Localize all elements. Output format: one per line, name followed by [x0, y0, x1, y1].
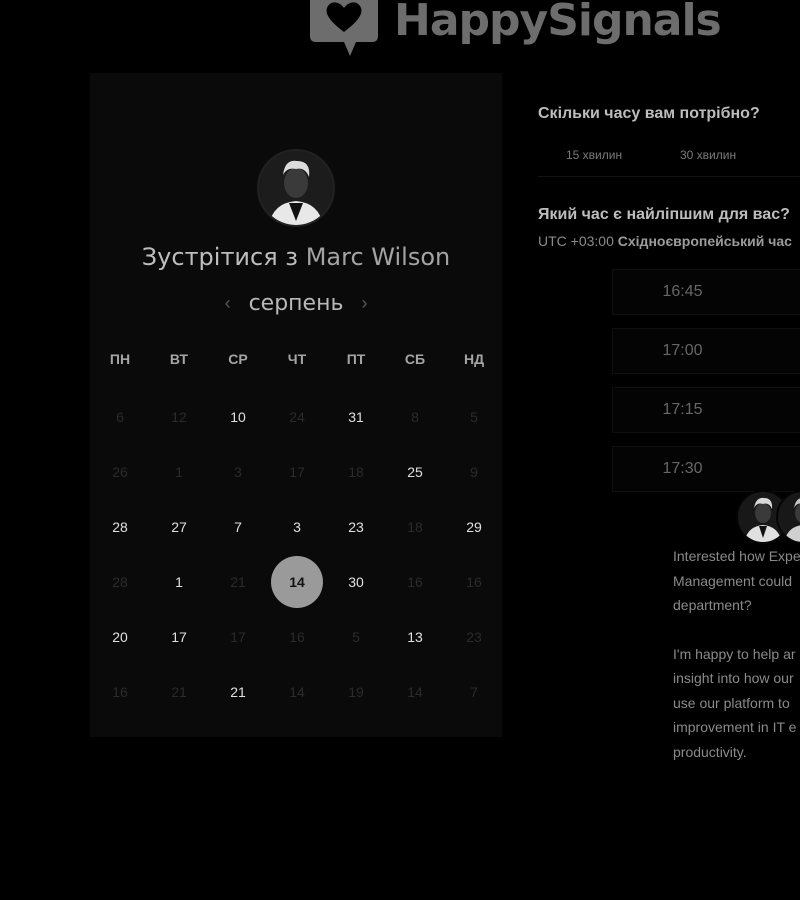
- chat-line: use our platform to: [673, 694, 790, 711]
- weekday-sat: СБ: [404, 351, 426, 367]
- weekday-fri: ПТ: [346, 351, 366, 367]
- calendar-day: 9: [470, 464, 478, 480]
- chat-line: improvement in IT e: [673, 719, 797, 735]
- calendar-day: 17: [230, 629, 246, 645]
- time-slot-label: 16:45: [662, 283, 703, 300]
- calendar-day: 16: [466, 574, 482, 590]
- calendar-day[interactable]: 13: [389, 611, 441, 663]
- calendar-day: 24: [289, 409, 305, 425]
- happysignals-logo: HappySignals: [306, 0, 722, 58]
- calendar-day: 19: [348, 684, 364, 700]
- calendar-day: 3: [234, 464, 242, 480]
- weekday-thu: ЧТ: [287, 351, 307, 367]
- chat-paragraph-1: Interested how Expe Management could depar…: [673, 544, 800, 618]
- heart-speech-bubble-icon: [310, 0, 378, 56]
- calendar-day[interactable]: 3: [271, 501, 323, 553]
- calendar-day: 17: [289, 464, 305, 480]
- calendar-panel: Зустрітися з Marc Wilson ‹ серпень › ПН …: [90, 73, 502, 737]
- calendar-day: 5: [352, 629, 360, 645]
- calendar-day: 16: [112, 684, 128, 700]
- time-question: Який час є найліпшим для вас?: [538, 206, 790, 223]
- chat-message: Interested how Expe Management could depar…: [673, 544, 800, 764]
- time-slot[interactable]: 16:45: [612, 269, 800, 315]
- calendar-day: 28: [112, 574, 128, 590]
- month-label: серпень: [248, 291, 344, 316]
- calendar-day[interactable]: 10: [212, 391, 264, 443]
- calendar-day: 21: [230, 574, 246, 590]
- calendar-day: 21: [171, 684, 187, 700]
- calendar-day[interactable]: 27: [153, 501, 205, 553]
- calendar-day[interactable]: 31: [330, 391, 382, 443]
- chat-line: department?: [673, 597, 752, 613]
- duration-question: Скільки часу вам потрібно?: [538, 105, 760, 122]
- duration-options: 15 хвилин 30 хвилин: [538, 148, 766, 162]
- chat-line: Interested how Expe: [673, 548, 800, 564]
- chat-line: I'm happy to help ar: [673, 645, 796, 662]
- calendar-day[interactable]: 23: [330, 501, 382, 553]
- chat-line: productivity.: [673, 743, 747, 760]
- time-slot[interactable]: 17:00: [612, 328, 800, 374]
- calendar-day[interactable]: 29: [448, 501, 500, 553]
- weekday-sun: НД: [463, 351, 485, 367]
- calendar-day[interactable]: 7: [212, 501, 264, 553]
- duration-divider: [538, 176, 800, 177]
- calendar-day[interactable]: 25: [389, 446, 441, 498]
- timezone-label: UTC +03:00 Східноєвропейський час: [538, 233, 792, 249]
- duration-15-option[interactable]: 15 хвилин: [538, 148, 652, 162]
- meeting-title: Зустрітися з Marc Wilson: [90, 243, 502, 271]
- calendar-day: 8: [411, 409, 419, 425]
- host-name: Marc Wilson: [305, 243, 451, 271]
- chevron-right-icon[interactable]: ›: [361, 293, 367, 314]
- calendar-day: 5: [470, 409, 478, 425]
- calendar-day[interactable]: 20: [94, 611, 146, 663]
- host-avatar: [257, 149, 335, 227]
- chevron-left-icon[interactable]: ‹: [225, 293, 231, 314]
- calendar-day: 1: [175, 464, 183, 480]
- calendar-day: 18: [407, 519, 423, 535]
- time-slot[interactable]: 17:30: [612, 446, 800, 492]
- weekday-tue: ВТ: [169, 351, 189, 367]
- weekday-mon: ПН: [109, 351, 131, 367]
- calendar-day[interactable]: 1: [153, 556, 205, 608]
- selected-day[interactable]: 14: [271, 556, 323, 608]
- time-slot-label: 17:30: [662, 460, 703, 477]
- chat-line: insight into how our: [673, 670, 794, 686]
- calendar-day: 6: [116, 409, 124, 425]
- calendar-day: 14: [289, 684, 305, 700]
- calendar-day: 16: [407, 574, 423, 590]
- timezone-offset: UTC +03:00: [538, 233, 614, 249]
- chat-line: Management could: [673, 572, 793, 589]
- calendar-day: 18: [348, 464, 364, 480]
- month-navigation: ‹ серпень ›: [90, 291, 502, 316]
- calendar-day: 14: [407, 684, 423, 700]
- weekday-wed: СР: [228, 351, 248, 367]
- calendar-day: 16: [289, 629, 305, 645]
- calendar-day[interactable]: 28: [94, 501, 146, 553]
- time-slot[interactable]: 17:15: [612, 387, 800, 433]
- calendar-day[interactable]: 21: [212, 666, 264, 718]
- calendar-day: 7: [470, 684, 478, 700]
- chat-paragraph-2: I'm happy to help ar insight into how our…: [673, 642, 800, 765]
- timezone-name: Східноєвропейський час: [617, 233, 792, 249]
- meeting-prefix: Зустрітися з: [141, 243, 299, 271]
- duration-30-option[interactable]: 30 хвилин: [652, 148, 766, 162]
- calendar-day[interactable]: 30: [330, 556, 382, 608]
- calendar-day: 23: [466, 629, 482, 645]
- calendar-day: 26: [112, 464, 128, 480]
- calendar-day: 12: [171, 409, 187, 425]
- logo-text: HappySignals: [394, 0, 722, 46]
- calendar-day[interactable]: 17: [153, 611, 205, 663]
- time-slot-label: 17:00: [662, 342, 703, 359]
- time-slot-label: 17:15: [662, 401, 703, 418]
